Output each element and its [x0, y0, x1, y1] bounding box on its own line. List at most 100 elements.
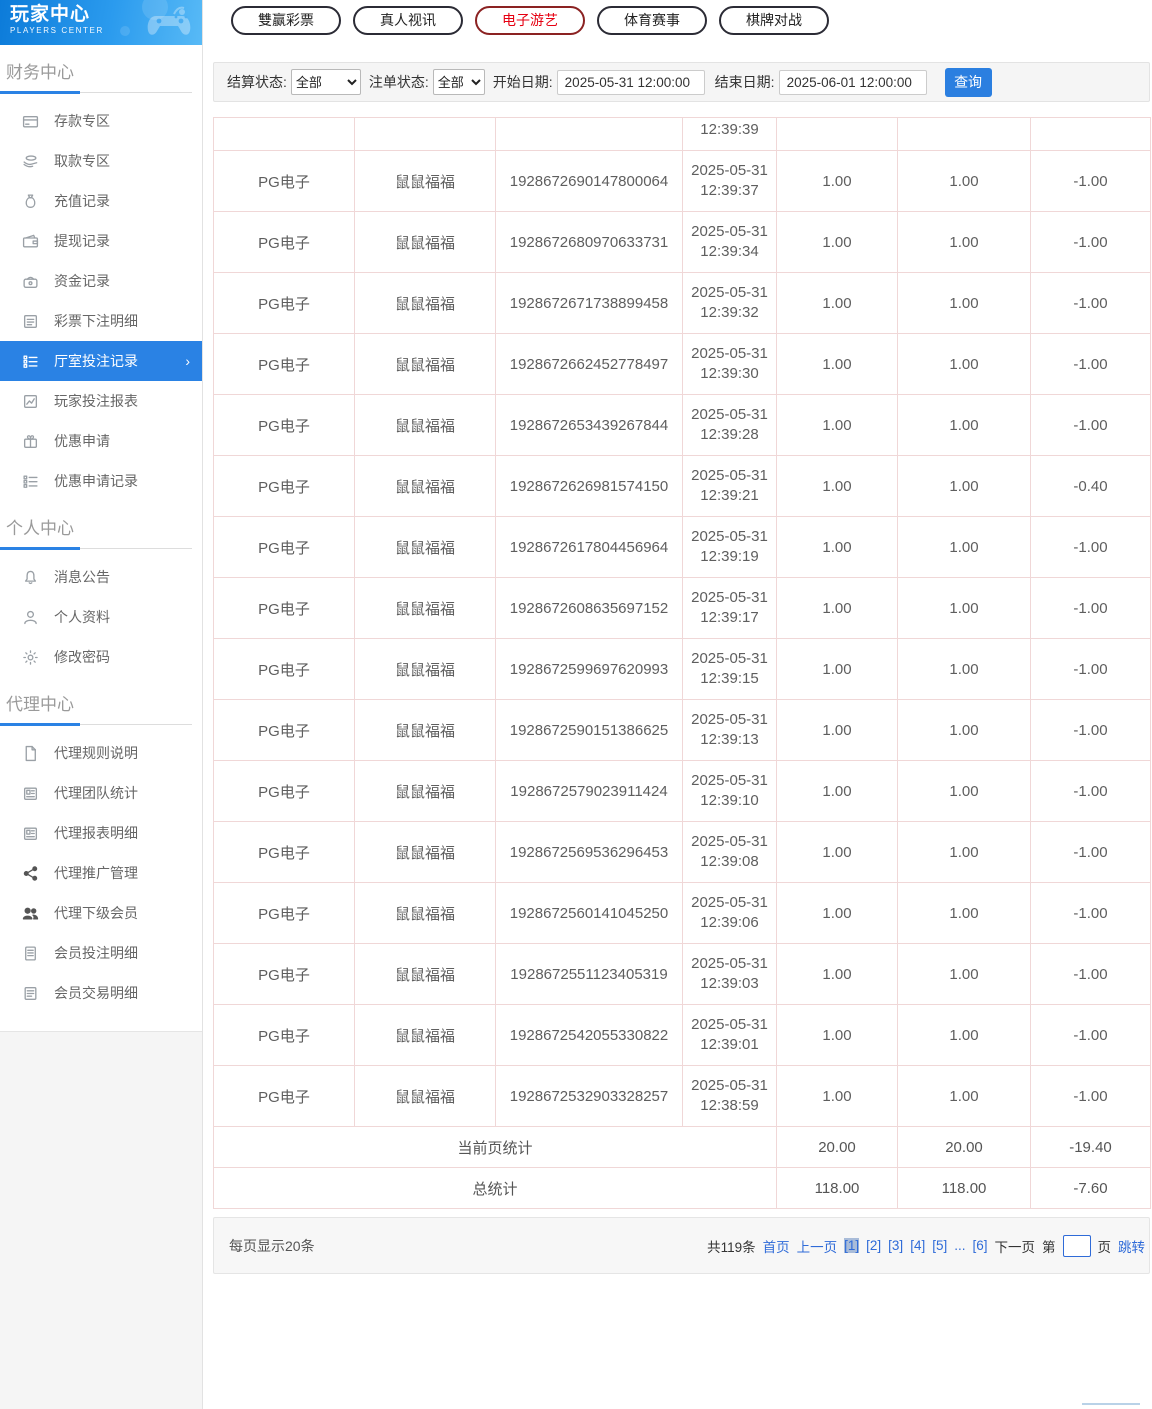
- bet-cell: 1.00: [776, 882, 898, 944]
- win-loss-cell: -1.00: [1030, 516, 1151, 578]
- sidebar-item-厅室投注记录[interactable]: 厅室投注记录 ›: [0, 341, 202, 381]
- page-link-4[interactable]: [4]: [910, 1238, 925, 1253]
- sidebar-item-提现记录[interactable]: 提现记录 ›: [0, 221, 202, 261]
- promo-apply-record-icon: [22, 473, 39, 490]
- member-bet-detail-icon: [22, 945, 39, 962]
- win-loss-cell: -1.00: [1030, 699, 1151, 761]
- sidebar-item-会员投注明细[interactable]: 会员投注明细 ›: [0, 933, 202, 973]
- sidebar-item-个人资料[interactable]: 个人资料 ›: [0, 597, 202, 637]
- sidebar-item-会员交易明细[interactable]: 会员交易明细 ›: [0, 973, 202, 1013]
- platform-cell: PG电子: [213, 455, 355, 517]
- members-icon: [22, 905, 39, 922]
- sidebar-item-优惠申请[interactable]: 优惠申请 ›: [0, 421, 202, 461]
- nav-button-棋牌对战[interactable]: 棋牌对战: [719, 6, 829, 35]
- page-link-6[interactable]: [6]: [972, 1238, 987, 1253]
- member-transaction-icon: [22, 985, 39, 1002]
- report-detail-icon: [22, 825, 39, 842]
- game-cell: 鼠鼠福福: [354, 272, 496, 334]
- valid-bet-cell: 1.00: [897, 272, 1031, 334]
- sidebar-item-修改密码[interactable]: 修改密码 ›: [0, 637, 202, 677]
- bet-cell: 1.00: [776, 333, 898, 395]
- platform-cell: PG电子: [213, 577, 355, 639]
- filter-bar: 结算状态: 全部 注单状态: 全部 开始日期: 结束日期: 查询: [213, 62, 1150, 102]
- order-no-cell: 1928672662452778497: [495, 333, 683, 395]
- sidebar-item-存款专区[interactable]: 存款专区 ›: [0, 101, 202, 141]
- prev-page-link[interactable]: 上一页: [797, 1236, 838, 1256]
- bet-cell: 1.00: [776, 821, 898, 883]
- scrollbar-fragment[interactable]: [1082, 1403, 1140, 1405]
- valid-bet-cell: 1.00: [897, 1065, 1031, 1127]
- goto-button[interactable]: 跳转: [1118, 1236, 1145, 1256]
- sidebar-item-充值记录[interactable]: 充值记录 ›: [0, 181, 202, 221]
- page-link-1[interactable]: [1]: [844, 1238, 860, 1253]
- section-title: 代理中心: [6, 695, 74, 714]
- bet-cell: 1.00: [776, 455, 898, 517]
- game-cell: 鼠鼠福福: [354, 882, 496, 944]
- table-row: PG电子 鼠鼠福福 1928672690147800064 2025-05-31…: [213, 150, 1151, 212]
- platform-cell: PG电子: [213, 211, 355, 273]
- sidebar-item-label: 代理团队统计: [54, 785, 138, 801]
- nav-button-体育赛事[interactable]: 体育赛事: [597, 6, 707, 35]
- order-status-select[interactable]: 全部: [432, 69, 485, 95]
- sidebar-item-彩票下注明细[interactable]: 彩票下注明细 ›: [0, 301, 202, 341]
- funds-record-icon: [22, 273, 39, 290]
- gear-icon: [22, 649, 39, 666]
- platform-cell: PG电子: [213, 394, 355, 456]
- platform-cell: PG电子: [213, 943, 355, 1005]
- sidebar-item-代理报表明细[interactable]: 代理报表明细 ›: [0, 813, 202, 853]
- nav-button-真人视讯[interactable]: 真人视讯: [353, 6, 463, 35]
- order-no-cell: 1928672653439267844: [495, 394, 683, 456]
- order-no-cell: 1928672617804456964: [495, 516, 683, 578]
- sidebar-nav: 财务中心 存款专区 › 取款专区 › 充值记录 › 提现记录 › 资金记录 › …: [0, 45, 202, 1032]
- start-date-input[interactable]: [556, 69, 705, 95]
- first-page-link[interactable]: 首页: [763, 1236, 790, 1256]
- order-no-cell: 1928672569536296453: [495, 821, 683, 883]
- sidebar-item-消息公告[interactable]: 消息公告 ›: [0, 557, 202, 597]
- end-date-input[interactable]: [778, 69, 927, 95]
- sidebar-item-代理推广管理[interactable]: 代理推广管理 ›: [0, 853, 202, 893]
- game-cell: 鼠鼠福福: [354, 638, 496, 700]
- total-summary-win-loss: -7.60: [1030, 1167, 1151, 1209]
- total-summary-bet: 118.00: [776, 1167, 898, 1209]
- sidebar-item-取款专区[interactable]: 取款专区 ›: [0, 141, 202, 181]
- time-cell: 2025-05-31 12:39:19: [682, 516, 777, 578]
- order-no-cell: 1928672671738899458: [495, 272, 683, 334]
- sidebar-item-label: 代理规则说明: [54, 745, 138, 761]
- nav-button-雙赢彩票[interactable]: 雙赢彩票: [231, 6, 341, 35]
- sidebar-item-玩家投注报表[interactable]: 玩家投注报表 ›: [0, 381, 202, 421]
- platform-cell: PG电子: [213, 333, 355, 395]
- goto-page-input[interactable]: [1062, 1234, 1091, 1257]
- time-cell: 2025-05-31 12:39:10: [682, 760, 777, 822]
- game-cell: [354, 117, 496, 151]
- next-page-link[interactable]: 下一页: [995, 1236, 1036, 1256]
- valid-bet-cell: 1.00: [897, 699, 1031, 761]
- page-link-3[interactable]: [3]: [888, 1238, 903, 1253]
- sidebar-item-优惠申请记录[interactable]: 优惠申请记录 ›: [0, 461, 202, 501]
- valid-bet-cell: 1.00: [897, 638, 1031, 700]
- time-cell: 2025-05-31 12:39:13: [682, 699, 777, 761]
- section-divider: [0, 722, 192, 726]
- sidebar-item-label: 资金记录: [54, 273, 110, 289]
- platform-cell: PG电子: [213, 821, 355, 883]
- order-no-cell: 1928672590151386625: [495, 699, 683, 761]
- page-link-5[interactable]: [5]: [932, 1238, 947, 1253]
- settle-status-select[interactable]: 全部: [290, 69, 361, 95]
- valid-bet-cell: 1.00: [897, 394, 1031, 456]
- time-cell: 2025-05-31 12:39:37: [682, 150, 777, 212]
- app-root: 玩家中心 PLAYERS CENTER 财务中心 存款专区 ›: [0, 0, 1152, 1409]
- platform-cell: PG电子: [213, 1065, 355, 1127]
- nav-button-电子游艺[interactable]: 电子游艺: [475, 6, 585, 35]
- hall-bet-record-icon: [22, 353, 39, 370]
- page-link-2[interactable]: [2]: [866, 1238, 881, 1253]
- sidebar-item-label: 修改密码: [54, 649, 110, 665]
- game-cell: 鼠鼠福福: [354, 1065, 496, 1127]
- table-row: PG电子 鼠鼠福福 1928672569536296453 2025-05-31…: [213, 821, 1151, 883]
- sidebar-item-代理下级会员[interactable]: 代理下级会员 ›: [0, 893, 202, 933]
- sidebar-item-资金记录[interactable]: 资金记录 ›: [0, 261, 202, 301]
- bet-records-table: 12:39:39 PG电子 鼠鼠福福 1928672690147800064 2…: [213, 117, 1151, 1209]
- sidebar-item-代理团队统计[interactable]: 代理团队统计 ›: [0, 773, 202, 813]
- search-button[interactable]: 查询: [944, 67, 992, 97]
- platform-cell: PG电子: [213, 1004, 355, 1066]
- sidebar-item-代理规则说明[interactable]: 代理规则说明 ›: [0, 733, 202, 773]
- valid-bet-cell: 1.00: [897, 333, 1031, 395]
